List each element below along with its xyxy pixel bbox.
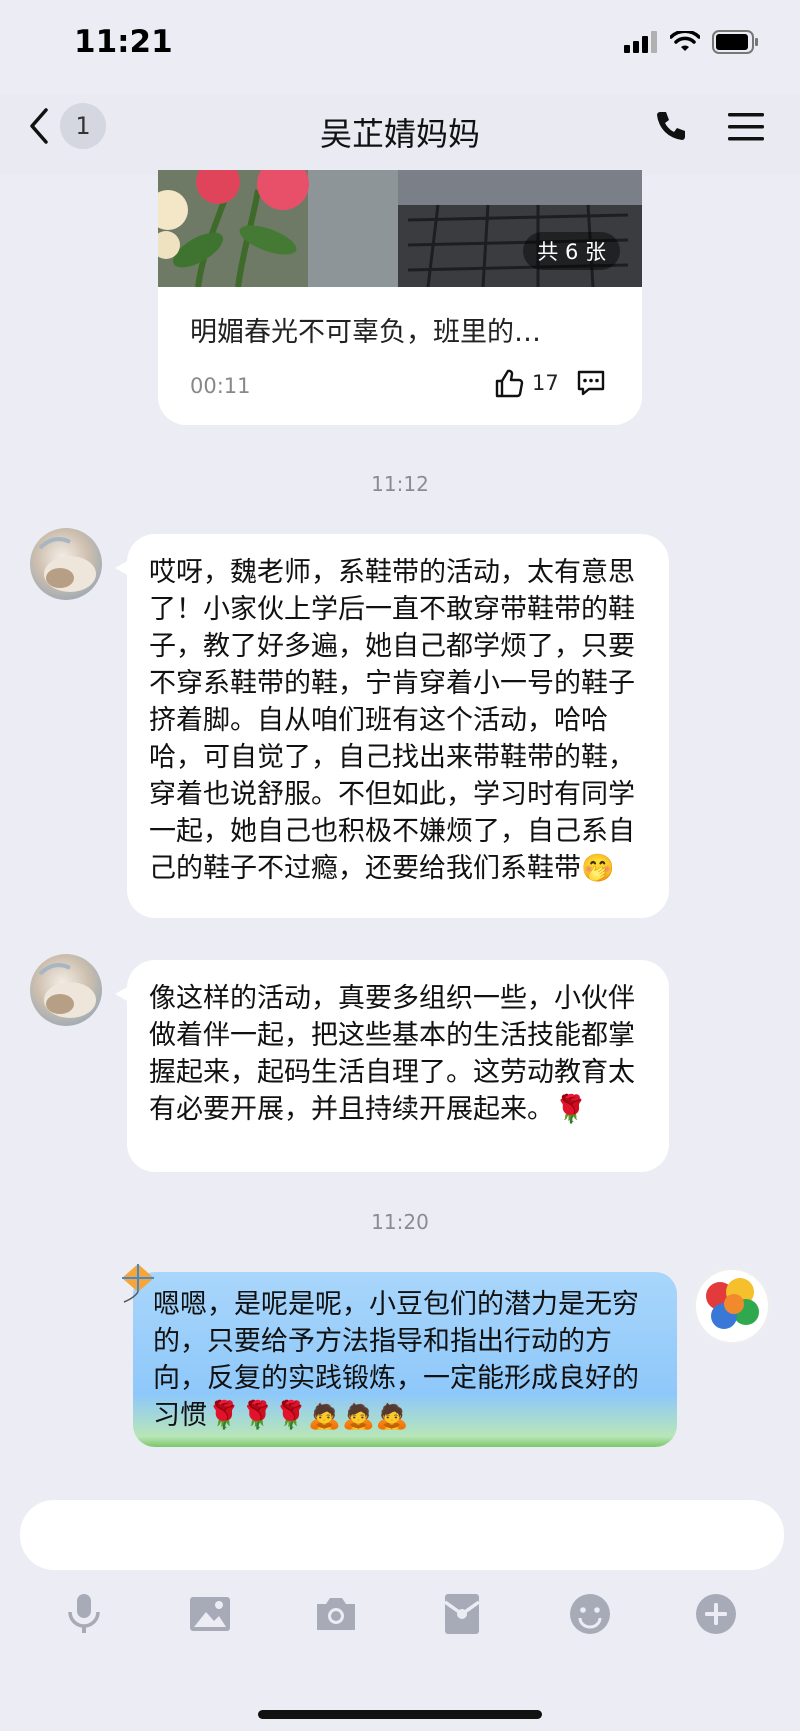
post-photo-roses xyxy=(158,170,398,287)
kite-icon xyxy=(122,1264,154,1303)
red-packet-button[interactable] xyxy=(438,1590,486,1638)
chat-area[interactable]: 共 6 张 明媚春光不可辜负，班里的… 00:11 17 11:12 哎呀，魏老… xyxy=(0,170,800,1500)
signal-icon xyxy=(624,31,657,53)
camera-icon xyxy=(317,1598,355,1630)
red-packet-icon xyxy=(443,1594,481,1634)
own-avatar[interactable] xyxy=(694,1268,770,1344)
sender-avatar[interactable] xyxy=(30,528,102,600)
photo-count-badge: 共 6 张 xyxy=(523,232,620,270)
phone-icon xyxy=(657,112,685,140)
image-button[interactable] xyxy=(186,1590,234,1638)
message-text: 嗯嗯，是呢是呢，小豆包们的潜力是无穷的，只要给予方法指导和指出行动的方向，反复的… xyxy=(153,1289,639,1431)
own-message-bubble[interactable]: 嗯嗯，是呢是呢，小豆包们的潜力是无穷的，只要给予方法指导和指出行动的方向，反复的… xyxy=(133,1272,677,1447)
post-photo-classroom: 共 6 张 xyxy=(398,170,642,287)
camera-button[interactable] xyxy=(312,1590,360,1638)
message-text: 哎呀，魏老师，系鞋带的活动，太有意思了！小家伙上学后一直不敢穿带鞋带的鞋子，教了… xyxy=(149,557,635,884)
message-bubble[interactable]: 像这样的活动，真要多组织一些，小伙伴做着伴一起，把这些基本的生活技能都掌握起来，… xyxy=(115,960,669,1172)
post-images[interactable]: 共 6 张 xyxy=(158,170,642,287)
post-title: 明媚春光不可辜负，班里的… xyxy=(190,317,541,348)
message-text: 像这样的活动，真要多组织一些，小伙伴做着伴一起，把这些基本的生活技能都掌握起来，… xyxy=(149,983,635,1125)
status-time: 11:21 xyxy=(74,24,173,60)
timestamp: 11:20 xyxy=(371,1210,429,1234)
hamburger-menu-icon xyxy=(728,113,764,141)
sender-avatar[interactable] xyxy=(30,954,102,1026)
battery-icon xyxy=(712,30,758,54)
chat-header: 1 吴芷婧妈妈 xyxy=(0,95,800,175)
status-bar: 11:21 xyxy=(0,0,800,95)
shared-post-card[interactable]: 共 6 张 明媚春光不可辜负，班里的… 00:11 17 xyxy=(158,170,642,425)
plus-icon xyxy=(696,1594,736,1634)
menu-button[interactable] xyxy=(728,111,764,147)
message-bubble[interactable]: 哎呀，魏老师，系鞋带的活动，太有意思了！小家伙上学后一直不敢穿带鞋带的鞋子，教了… xyxy=(115,534,669,918)
cat-avatar-image xyxy=(38,963,96,1018)
balloons-avatar-image xyxy=(706,1278,759,1329)
like-button[interactable]: 17 xyxy=(494,368,559,398)
comment-icon xyxy=(577,370,605,396)
more-button[interactable] xyxy=(692,1590,740,1638)
thumbs-up-icon xyxy=(495,369,524,398)
cat-avatar-image xyxy=(38,537,96,592)
home-indicator xyxy=(258,1710,542,1719)
like-count: 17 xyxy=(532,371,559,395)
wifi-icon xyxy=(670,31,700,51)
emoji-button[interactable] xyxy=(566,1590,614,1638)
comment-button[interactable] xyxy=(576,368,606,402)
image-icon xyxy=(190,1597,230,1631)
voice-button[interactable] xyxy=(60,1590,108,1638)
input-toolbar xyxy=(0,1590,800,1650)
status-icons xyxy=(624,30,760,54)
timestamp: 11:12 xyxy=(371,472,429,496)
emoji-icon xyxy=(570,1594,610,1634)
message-input[interactable] xyxy=(20,1500,784,1570)
post-time: 00:11 xyxy=(190,374,251,398)
call-button[interactable] xyxy=(652,109,688,149)
microphone-icon xyxy=(68,1594,100,1633)
